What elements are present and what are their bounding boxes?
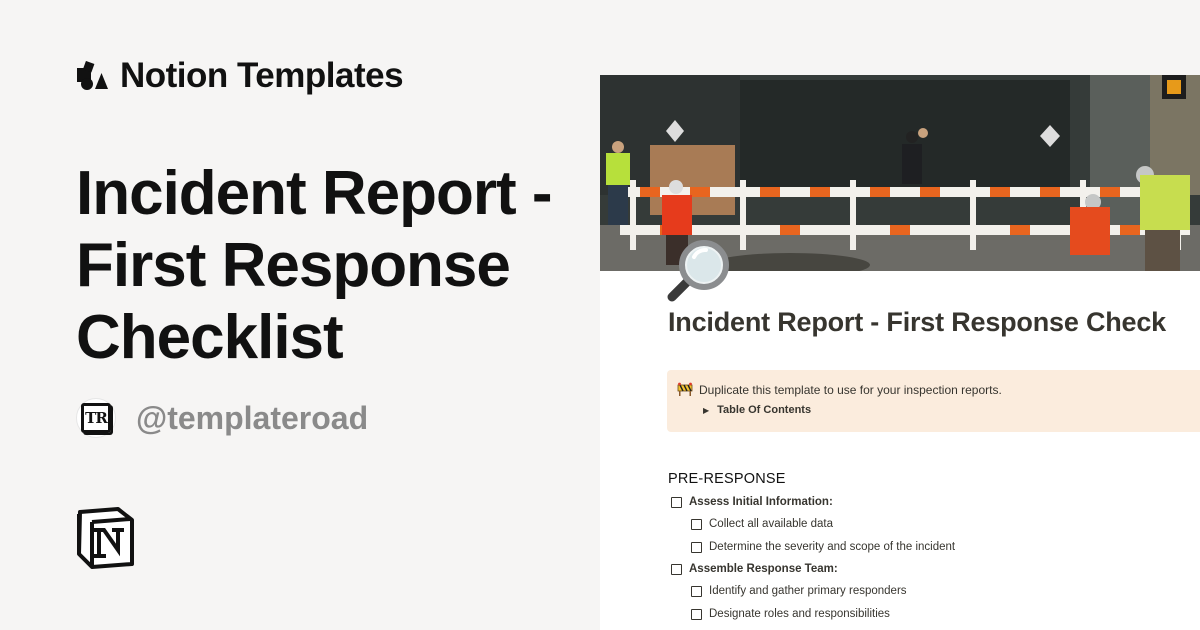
callout-text: Duplicate this template to use for your … — [699, 383, 1002, 397]
author-handle[interactable]: @templateroad — [136, 400, 368, 437]
brand-name: Notion Templates — [120, 56, 404, 95]
notion-templates-logo-icon — [77, 61, 108, 90]
checklist-item[interactable]: Assemble Response Team: — [671, 563, 838, 575]
magnifying-glass-icon — [667, 240, 729, 302]
checklist-item-label: Identify and gather primary responders — [709, 585, 907, 597]
headline-line: First Response — [76, 231, 511, 300]
page-headline: Incident Report - First Response Checkli… — [76, 158, 596, 374]
checkbox-icon[interactable] — [691, 608, 702, 620]
checklist-item[interactable]: Identify and gather primary responders — [691, 585, 907, 597]
author-row[interactable]: TR @templateroad — [76, 398, 368, 438]
checklist-item[interactable]: Assess Initial Information: — [671, 496, 833, 508]
page-preview: Incident Report - First Response Check D… — [600, 75, 1200, 630]
checkbox-icon[interactable] — [671, 496, 682, 508]
toggle-arrow-icon[interactable]: ▶ — [703, 406, 709, 415]
checklist-item[interactable]: Designate roles and responsibilities — [691, 608, 890, 620]
page-title: Incident Report - First Response Check — [668, 307, 1166, 337]
checklist-item-label: Determine the severity and scope of the … — [709, 541, 956, 553]
checklist-item[interactable]: Determine the severity and scope of the … — [691, 541, 955, 553]
checkbox-icon[interactable] — [671, 563, 682, 575]
callout-block: Duplicate this template to use for your … — [667, 370, 1200, 432]
toc-label[interactable]: Table Of Contents — [717, 404, 811, 416]
toc-toggle[interactable]: ▶ Table Of Contents — [703, 404, 811, 416]
section-heading: PRE-RESPONSE — [668, 471, 786, 487]
checklist-item-label: Assemble Response Team: — [689, 563, 838, 575]
checklist-item-label: Collect all available data — [709, 518, 834, 530]
construction-barrier-icon — [677, 382, 693, 396]
checkbox-icon[interactable] — [691, 518, 702, 530]
brand-header: Notion Templates — [76, 56, 404, 96]
checkbox-icon[interactable] — [691, 541, 702, 553]
checkbox-icon[interactable] — [691, 585, 702, 597]
headline-line: Checklist — [76, 303, 344, 372]
avatar: TR — [76, 398, 116, 438]
headline-line: Incident Report - — [76, 159, 553, 228]
avatar-monogram: TR — [81, 403, 111, 433]
notion-logo-icon — [77, 507, 134, 569]
checklist-item-label: Designate roles and responsibilities — [709, 608, 890, 620]
checklist-item[interactable]: Collect all available data — [691, 518, 833, 530]
checklist-item-label: Assess Initial Information: — [689, 496, 833, 508]
